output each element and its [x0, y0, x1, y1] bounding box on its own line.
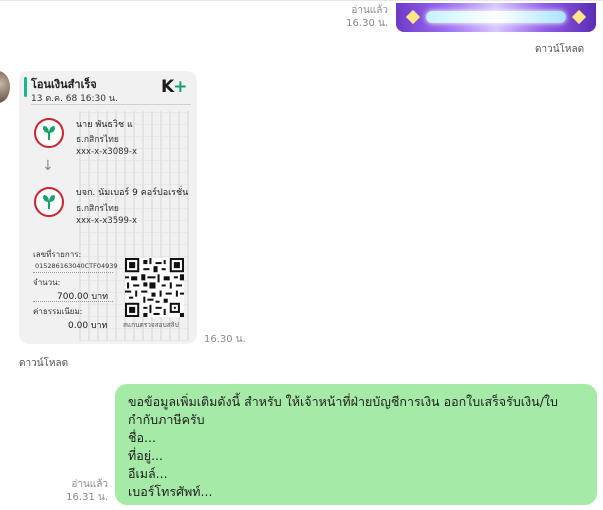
- receiver-account: xxx-x-x3599-x: [76, 216, 138, 226]
- fee-label: ค่าธรรมเนียม:: [33, 307, 83, 316]
- message-line: เบอร์โทรศัพท์...: [128, 484, 213, 499]
- sender-bank: ธ.กสิกรไทย: [76, 135, 119, 145]
- gem-decoration: [571, 9, 587, 25]
- read-receipt: อ่านแล้ว 16.31 น.: [50, 478, 108, 504]
- download-link[interactable]: ดาวน์โหลด: [19, 356, 68, 371]
- kbank-logo-icon: [34, 118, 64, 148]
- slip-datetime: 13 ต.ค. 68 16:30 น.: [31, 94, 118, 104]
- reference-number: 015286163040CTF04939: [35, 262, 118, 270]
- slip-time: 16.30 น.: [204, 334, 246, 345]
- message-line: ที่อยู่...: [128, 448, 163, 463]
- message-line: ชื่อ...: [128, 430, 156, 445]
- image-message[interactable]: [396, 3, 596, 32]
- fee-value: 0.00 บาท: [68, 321, 108, 331]
- message-line: ขอข้อมูลเพิ่มเติมดังนี้ สำหรับ ให้เจ้าหน…: [128, 394, 558, 409]
- message-line: กำกับภาษีครับ: [128, 412, 205, 427]
- avatar[interactable]: [0, 71, 10, 103]
- slip-accent-bar: [24, 77, 27, 97]
- arrow-down-icon: ↓: [42, 158, 54, 174]
- dotted-divider: [33, 301, 113, 302]
- read-label: อ่านแล้ว: [351, 5, 388, 16]
- download-link[interactable]: ดาวน์โหลด: [535, 42, 584, 57]
- amount-label: จำนวน:: [33, 278, 61, 287]
- dotted-divider: [33, 272, 113, 273]
- receiver-bank: ธ.กสิกรไทย: [76, 204, 119, 214]
- sender-account: xxx-x-x3089-x: [76, 147, 138, 157]
- receiver-name: บจก. นัมเบอร์ 9 คอร์ปอเรชั่น: [76, 188, 189, 198]
- slip-header-divider: [31, 104, 191, 105]
- reply-message-bubble[interactable]: ขอข้อมูลเพิ่มเติมดังนี้ สำหรับ ให้เจ้าหน…: [115, 384, 597, 505]
- qr-code: [125, 258, 184, 317]
- qr-caption: สแกนตรวจสอบสลิป: [123, 321, 179, 329]
- kplus-logo-k: K: [161, 77, 174, 97]
- kbank-logo-icon: [34, 187, 64, 217]
- transfer-slip-image[interactable]: โอนเงินสำเร็จ 13 ต.ค. 68 16:30 น. K+ นาย…: [19, 71, 197, 344]
- image-highlight: [426, 11, 566, 23]
- message-time: 16.31 น.: [66, 492, 108, 503]
- kplus-logo-plus: +: [173, 77, 187, 97]
- read-receipt: อ่านแล้ว 16.30 น.: [330, 4, 388, 30]
- reference-label: เลขที่รายการ:: [33, 250, 82, 259]
- read-label: อ่านแล้ว: [71, 479, 108, 490]
- sender-name: นาย พันธวิช แ: [76, 120, 133, 130]
- message-line: อีเมล์...: [128, 466, 168, 481]
- kplus-logo: K+: [161, 77, 187, 97]
- gem-decoration: [405, 9, 421, 25]
- message-time: 16.30 น.: [346, 18, 388, 29]
